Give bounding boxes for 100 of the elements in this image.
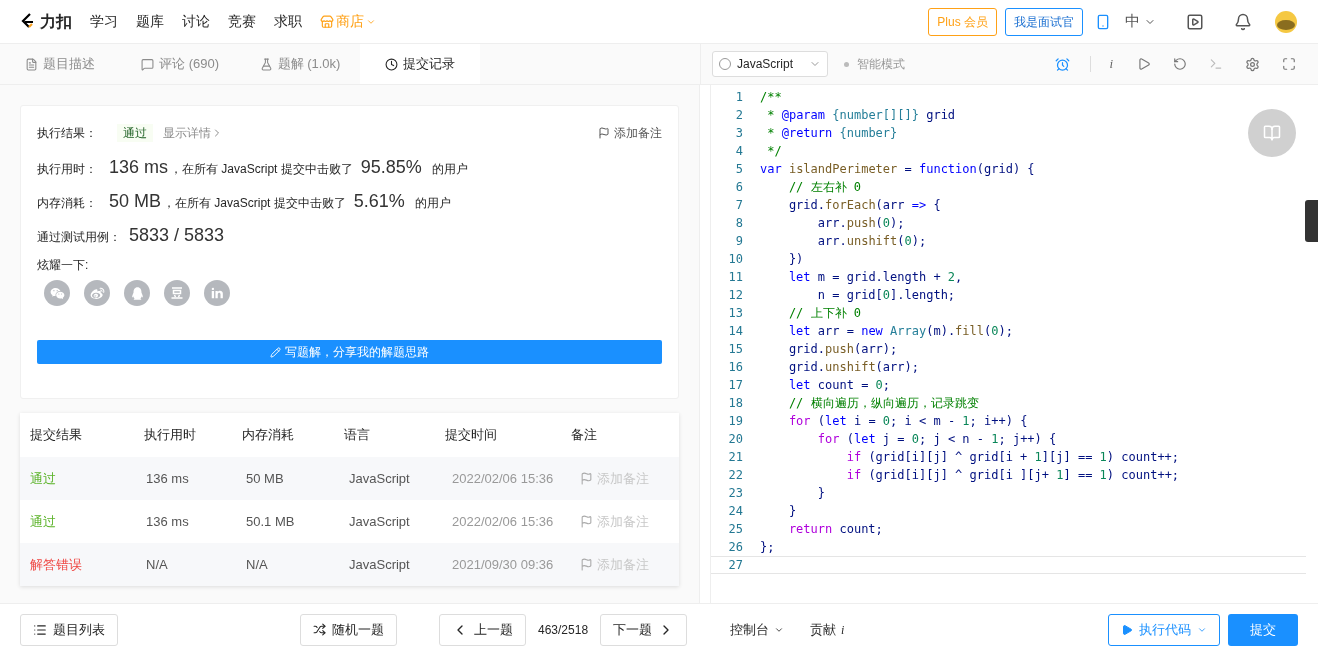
nav-link[interactable]: 讨论: [182, 11, 210, 32]
penguin-icon[interactable]: [124, 280, 150, 306]
code-line: let count = 0;: [787, 377, 891, 394]
book-icon: [1263, 124, 1281, 142]
interviewer-button[interactable]: 我是面试官: [1005, 7, 1083, 36]
stat-text: ，在所有 JavaScript 提交中击败了: [163, 195, 346, 212]
code-line: n = grid[0].length;: [816, 287, 956, 304]
contribute-info-icon[interactable]: i: [841, 620, 845, 639]
result-label: 执行结果：: [37, 125, 98, 142]
stat-value: 50 MB: [109, 190, 162, 213]
logo-text[interactable]: 力扣: [40, 9, 72, 34]
result-cell[interactable]: 解答错误: [30, 554, 146, 575]
pencil-icon: [270, 346, 281, 358]
date-cell-text: 2022/02/06 15:36: [452, 469, 555, 488]
minimap-scrollbar[interactable]: [1305, 200, 1318, 242]
panel-tab[interactable]: 提交记录: [360, 44, 480, 84]
status-badge: 通过: [117, 124, 153, 142]
play-icon[interactable]: [1137, 57, 1151, 71]
line-number: 24: [727, 503, 744, 520]
details-link[interactable]: 显示详情: [163, 124, 223, 142]
flask-icon: [259, 57, 273, 71]
line-number: 4: [734, 143, 744, 160]
code-editor[interactable]: [710, 85, 1318, 603]
code-line: }): [787, 251, 804, 268]
nav-link[interactable]: 题库: [136, 11, 164, 32]
reset-icon[interactable]: [1173, 57, 1187, 71]
code-line: * @param {number[][]} grid: [766, 107, 956, 124]
time-cell-text: 136 ms: [146, 512, 190, 531]
phone-icon[interactable]: [1095, 13, 1111, 30]
line-number: 5: [734, 161, 744, 178]
next-button[interactable]: 下一题: [600, 613, 688, 646]
line-number: 22: [727, 467, 744, 484]
line-number: 8: [734, 215, 744, 232]
problem-list-button[interactable]: 题目列表: [20, 613, 118, 646]
code-line: grid.forEach(arr => {: [787, 197, 941, 214]
line-number: 12: [727, 287, 744, 304]
time-cell-text: 136 ms: [146, 469, 190, 488]
line-number: 20: [727, 431, 744, 448]
weibo-icon[interactable]: [84, 280, 110, 306]
code-line: var islandPerimeter = function(grid) {: [760, 161, 1035, 178]
flag-icon: [580, 472, 593, 485]
column-header: 语言: [343, 426, 371, 445]
language-select[interactable]: JavaScript: [712, 51, 828, 77]
nav-link[interactable]: 求职: [274, 11, 302, 32]
nav-link[interactable]: 学习: [90, 11, 118, 32]
line-number: 21: [727, 449, 744, 466]
playground-icon[interactable]: [1186, 12, 1204, 31]
language-cell-text: JavaScript: [349, 512, 411, 531]
line-number: 14: [727, 323, 744, 340]
previous-button[interactable]: 上一题: [439, 613, 526, 646]
nav-link[interactable]: 竞赛: [228, 11, 256, 32]
document-icon: [25, 57, 38, 71]
stat-percent: 5.61%: [353, 190, 405, 213]
stat-label: 内存消耗：: [37, 195, 98, 212]
line-number: 10: [727, 251, 744, 268]
line-number: 13: [727, 305, 744, 322]
date-cell-text: 2022/02/06 15:36: [452, 512, 555, 531]
console-toggle[interactable]: 控制台: [730, 619, 784, 640]
code-line: * @return {number}: [766, 125, 898, 142]
info-italic-icon[interactable]: i: [1109, 54, 1113, 74]
column-header: 提交结果: [30, 426, 83, 445]
code-line: if (grid[i][j] ^ grid[i ][j+ 1] == 1) count++;: [845, 467, 1180, 484]
code-line: /**: [760, 89, 782, 106]
fullscreen-icon[interactable]: [1282, 57, 1296, 71]
linkedin-icon[interactable]: [204, 280, 230, 306]
flag-icon: [598, 127, 610, 139]
douban-icon[interactable]: [164, 280, 190, 306]
settings-icon[interactable]: [1245, 56, 1260, 72]
line-number: 17: [727, 377, 744, 394]
flag-icon: [580, 558, 593, 571]
stat-label: 执行用时：: [37, 161, 98, 178]
stat-percent: 95.85%: [360, 156, 422, 179]
language-label[interactable]: 中: [1125, 10, 1140, 33]
store-icon: [320, 14, 334, 29]
code-line: // 左右补 0: [787, 179, 862, 196]
bell-icon[interactable]: [1234, 12, 1252, 31]
stat-text: ，在所有 JavaScript 提交中击败了: [170, 161, 353, 178]
memory-cell-text: 50.1 MB: [246, 512, 296, 531]
problem-position: 463/2518: [538, 621, 589, 639]
line-number: 26: [727, 539, 744, 556]
language-cell-text: JavaScript: [349, 469, 411, 488]
terminal-icon[interactable]: [1209, 57, 1223, 71]
contribute-label: 贡献: [810, 620, 836, 639]
wechat-icon[interactable]: [44, 280, 70, 306]
memory-cell-text: N/A: [246, 555, 269, 574]
code-line: grid.push(arr);: [787, 341, 898, 358]
avatar-icon[interactable]: [1274, 9, 1298, 34]
stat-suffix: 的用户: [414, 195, 451, 212]
code-line: grid.unshift(arr);: [787, 359, 919, 376]
add-note-button[interactable]: 添加备注: [598, 124, 662, 142]
column-header: 提交时间: [444, 426, 498, 445]
random-button[interactable]: 随机一题: [300, 613, 397, 646]
code-line: for (let i = 0; i < m - 1; i++) {: [787, 413, 1028, 430]
play-icon: [1121, 623, 1133, 636]
alarm-clock-icon[interactable]: [1055, 56, 1071, 72]
line-number: 7: [734, 197, 744, 214]
code-line: */: [766, 143, 782, 160]
line-number: 23: [727, 485, 744, 502]
code-line: let m = grid.length + 2,: [787, 269, 963, 286]
line-number: 18: [727, 395, 744, 412]
